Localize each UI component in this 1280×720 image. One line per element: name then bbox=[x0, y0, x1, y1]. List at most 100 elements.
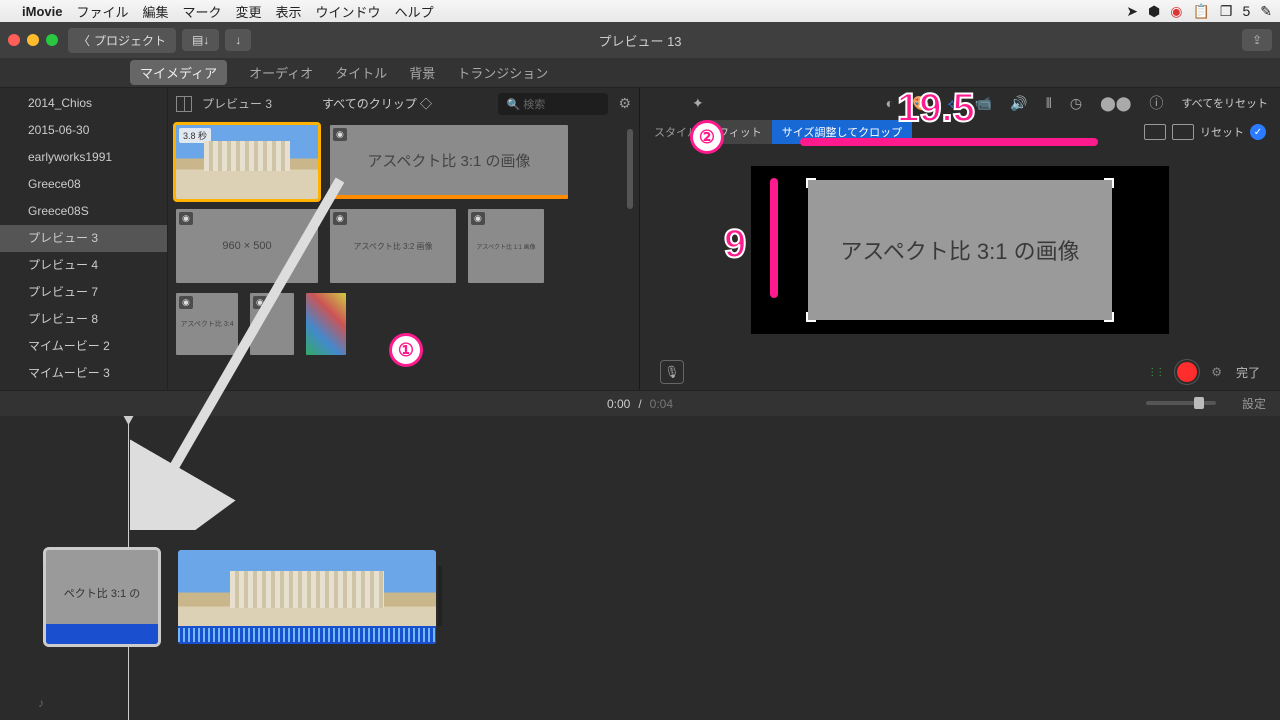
sidebar-item[interactable]: プレビュー 7 bbox=[0, 279, 167, 306]
back-to-projects-button[interactable]: 〈 プロジェクト bbox=[68, 28, 176, 53]
gear-icon[interactable]: ⚙ bbox=[618, 95, 631, 112]
thumb-label: アスペクト比 3:4 bbox=[180, 319, 233, 329]
status-icon[interactable]: ➤ bbox=[1126, 3, 1138, 20]
upper-panes: 2014_Chios 2015-06-30 earlyworks1991 Gre… bbox=[0, 88, 1280, 390]
clip-thumbnail[interactable]: ◉960 × 500 bbox=[176, 209, 318, 283]
photo-icon: ◉ bbox=[333, 212, 347, 225]
library-list-button[interactable]: ▤↓ bbox=[182, 29, 219, 51]
clip-edge-handle[interactable] bbox=[438, 566, 442, 626]
search-input[interactable]: 🔍 検索 bbox=[498, 93, 608, 115]
sidebar-item[interactable]: プレビュー 4 bbox=[0, 252, 167, 279]
crop-handle-br[interactable] bbox=[1104, 312, 1114, 322]
menu-modify[interactable]: 変更 bbox=[236, 2, 262, 21]
minimize-window-button[interactable] bbox=[27, 34, 39, 46]
import-button[interactable]: ↓ bbox=[225, 29, 251, 51]
zoom-slider[interactable] bbox=[1146, 401, 1216, 405]
clip-duration-badge: 3.8 秒 bbox=[179, 128, 211, 143]
close-window-button[interactable] bbox=[8, 34, 20, 46]
info-icon[interactable]: ⓘ bbox=[1149, 93, 1163, 113]
reset-button[interactable]: リセット bbox=[1200, 124, 1244, 140]
annotation-height-line bbox=[770, 178, 778, 298]
tab-titles[interactable]: タイトル bbox=[335, 63, 387, 82]
browser-scrollbar[interactable] bbox=[627, 129, 633, 209]
menu-file[interactable]: ファイル bbox=[76, 2, 128, 21]
menu-edit[interactable]: 編集 bbox=[142, 2, 168, 21]
sidebar-item[interactable]: Greece08 bbox=[0, 171, 167, 198]
clip-thumbnail[interactable]: ◉ bbox=[250, 293, 294, 355]
clip-thumbnail[interactable]: 3.8 秒 bbox=[176, 125, 318, 199]
macos-menubar: iMovie ファイル 編集 マーク 変更 表示 ウインドウ ヘルプ ➤ ⬢ ◉… bbox=[0, 0, 1280, 22]
music-track-icon[interactable]: ♪ bbox=[38, 696, 44, 710]
sidebar-item[interactable]: プレビュー 8 bbox=[0, 306, 167, 333]
crop-frame[interactable]: アスペクト比 3:1 の画像 bbox=[808, 180, 1112, 320]
thumb-label: 960 × 500 bbox=[222, 240, 271, 252]
apply-button[interactable]: ✓ bbox=[1250, 124, 1266, 140]
clip-thumbnail[interactable]: ◉アスペクト比 3:4 bbox=[176, 293, 238, 355]
viewer-canvas[interactable]: アスペクト比 3:1 の画像 bbox=[751, 166, 1169, 334]
enhance-icon[interactable]: ✦ bbox=[692, 95, 704, 112]
crop-icon[interactable]: ⟡ bbox=[948, 95, 957, 112]
sidebar-item[interactable]: 2014_Chios bbox=[0, 90, 167, 117]
audio-waveform bbox=[178, 628, 436, 642]
sidebar-item[interactable]: Greece08S bbox=[0, 198, 167, 225]
timeline-clip-video[interactable] bbox=[178, 550, 436, 644]
clipboard-icon[interactable]: 📋 bbox=[1192, 3, 1209, 20]
noise-icon[interactable]: ⦀ bbox=[1046, 95, 1052, 112]
thumb-label: アスペクト比 3:1 の画像 bbox=[367, 150, 530, 171]
clip-thumbnail[interactable]: ◉アスペクト比 3:2 画像 bbox=[330, 209, 456, 283]
share-button[interactable]: ⇪ bbox=[1242, 29, 1272, 51]
stabilize-icon[interactable]: 📹 bbox=[975, 95, 992, 112]
crop-handle-bl[interactable] bbox=[806, 312, 816, 322]
number-icon[interactable]: 5 bbox=[1242, 3, 1250, 20]
app-menu[interactable]: iMovie bbox=[22, 4, 62, 19]
status-dot-icon[interactable]: ◉ bbox=[1170, 3, 1182, 20]
zoom-window-button[interactable] bbox=[46, 34, 58, 46]
menu-help[interactable]: ヘルプ bbox=[395, 2, 434, 21]
crop-handle-tr[interactable] bbox=[1104, 178, 1114, 188]
sidebar-item[interactable]: earlyworks1991 bbox=[0, 144, 167, 171]
tab-transitions[interactable]: トランジション bbox=[457, 63, 548, 82]
timeline-clip-image[interactable]: ペクト比 3:1 の bbox=[46, 550, 158, 644]
record-options-icon[interactable]: ⚙ bbox=[1211, 365, 1222, 379]
library-sidebar: 2014_Chios 2015-06-30 earlyworks1991 Gre… bbox=[0, 88, 168, 390]
viewer-stage: アスペクト比 3:1 の画像 bbox=[640, 146, 1280, 354]
rotate-cw-icon[interactable] bbox=[1172, 124, 1194, 140]
clip-audio-lane bbox=[46, 624, 158, 644]
color-correction-icon[interactable]: 🎨 bbox=[912, 95, 929, 112]
tab-audio[interactable]: オーディオ bbox=[249, 63, 313, 82]
color-balance-icon[interactable]: ◐ bbox=[886, 95, 894, 111]
current-time: 0:00 bbox=[607, 397, 630, 411]
display-icon[interactable]: ❐ bbox=[1220, 3, 1233, 20]
crop-handle-tl[interactable] bbox=[806, 178, 816, 188]
sidebar-item-selected[interactable]: プレビュー 3 bbox=[0, 225, 167, 252]
record-button[interactable] bbox=[1177, 362, 1197, 382]
viewer-toolbar: ✦ ◐ 🎨 ⟡ 📹 🔊 ⦀ ◷ ⬤⬤ ⓘ すべてをリセット bbox=[640, 88, 1280, 118]
rotate-ccw-icon[interactable] bbox=[1144, 124, 1166, 140]
thumb-label: アスペクト比 1:1 画像 bbox=[476, 242, 535, 251]
filter-icon[interactable]: ⬤⬤ bbox=[1100, 95, 1131, 112]
menu-window[interactable]: ウインドウ bbox=[316, 2, 381, 21]
tab-backgrounds[interactable]: 背景 bbox=[409, 63, 435, 82]
clip-filter-popup[interactable]: すべてのクリップ ◇ bbox=[322, 95, 432, 112]
voiceover-icon[interactable]: 🎙 bbox=[660, 360, 684, 384]
dropbox-icon[interactable]: ⬢ bbox=[1148, 3, 1160, 20]
clip-thumbnail[interactable]: ◉アスペクト比 3:1 の画像 bbox=[330, 125, 568, 199]
clip-label: ペクト比 3:1 の bbox=[46, 585, 158, 601]
evernote-icon[interactable]: ✎ bbox=[1260, 3, 1272, 20]
clip-thumbnail[interactable]: ◉アスペクト比 1:1 画像 bbox=[468, 209, 544, 283]
menu-view[interactable]: 表示 bbox=[276, 2, 302, 21]
timeline[interactable]: ペクト比 3:1 の ♪ bbox=[0, 416, 1280, 720]
menu-mark[interactable]: マーク bbox=[183, 2, 222, 21]
reset-all-button[interactable]: すべてをリセット bbox=[1181, 95, 1268, 111]
volume-icon[interactable]: 🔊 bbox=[1010, 95, 1027, 112]
browser-header: プレビュー 3 すべてのクリップ ◇ 🔍 検索 ⚙ bbox=[168, 88, 639, 119]
sidebar-item[interactable]: 2015-06-30 bbox=[0, 117, 167, 144]
layout-toggle-icon[interactable] bbox=[176, 96, 192, 112]
sidebar-item[interactable]: マイムービー 3 bbox=[0, 360, 167, 387]
speed-icon[interactable]: ◷ bbox=[1070, 95, 1082, 112]
sidebar-item[interactable]: マイムービー 2 bbox=[0, 333, 167, 360]
tab-my-media[interactable]: マイメディア bbox=[130, 60, 227, 85]
done-button[interactable]: 完了 bbox=[1236, 364, 1260, 381]
clip-thumbnail[interactable] bbox=[306, 293, 346, 355]
timeline-settings-button[interactable]: 設定 bbox=[1242, 395, 1266, 412]
